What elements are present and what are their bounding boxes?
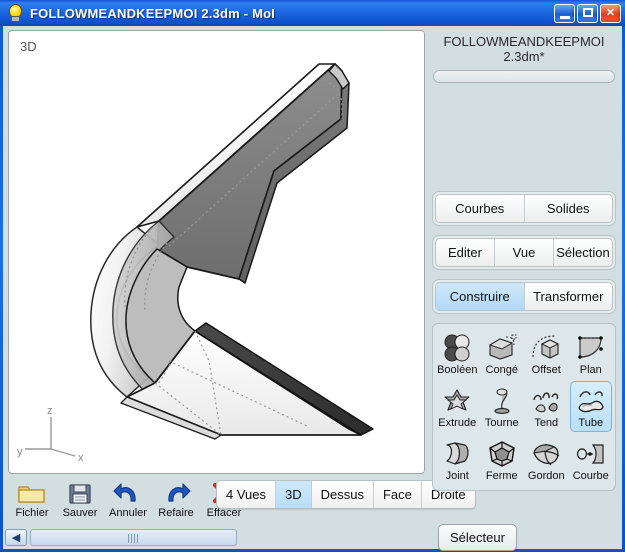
axis-label-z: z bbox=[47, 405, 53, 417]
tube-icon bbox=[571, 385, 612, 417]
tool-gordon[interactable]: Gordon bbox=[525, 434, 568, 485]
redo-arrow-icon bbox=[152, 478, 200, 508]
title-bar: FOLLOWMEANDKEEPMOI 2.3dm - MoI ✕ bbox=[0, 0, 625, 26]
lightbulb-icon bbox=[4, 2, 26, 24]
tool-offset[interactable]: Offset bbox=[525, 328, 568, 379]
tab-courbes[interactable]: Courbes bbox=[436, 195, 525, 222]
curve-icon bbox=[571, 438, 612, 470]
tab-transformer[interactable]: Transformer bbox=[524, 283, 612, 310]
document-name-line2: 2.3dm* bbox=[503, 49, 545, 64]
undo-arrow-icon bbox=[104, 478, 152, 508]
tool-label-courbe: Courbe bbox=[572, 470, 609, 482]
tool-label-gordon: Gordon bbox=[527, 470, 565, 482]
edit-group: Editer Vue Sélection bbox=[432, 235, 616, 270]
file-label: Fichier bbox=[15, 507, 49, 519]
tool-courbe[interactable]: Courbe bbox=[570, 434, 613, 485]
tool-label-tube: Tube bbox=[578, 417, 604, 429]
axis-label-y: y bbox=[17, 446, 23, 458]
extrude-icon bbox=[437, 385, 478, 417]
close-icon[interactable]: ✕ bbox=[600, 3, 621, 23]
folder-icon bbox=[8, 478, 56, 508]
axis-label-x: x bbox=[78, 452, 84, 464]
view-button-3d[interactable]: 3D bbox=[276, 481, 312, 508]
bottom-toolbar: Fichier Sauver Annuler Refaire Effacer 4… bbox=[8, 478, 476, 526]
redo-label: Refaire bbox=[158, 507, 194, 519]
tool-label-joint: Joint bbox=[445, 470, 469, 482]
application-window: FOLLOWMEANDKEEPMOI 2.3dm - MoI ✕ 3D z y … bbox=[0, 0, 625, 552]
progress-bar bbox=[433, 70, 615, 83]
undo-label: Annuler bbox=[109, 507, 147, 519]
view-button-face[interactable]: Face bbox=[373, 481, 422, 508]
horizontal-scrollbar[interactable]: ◀ bbox=[5, 529, 237, 546]
save-label: Sauver bbox=[62, 507, 98, 519]
fillet-icon bbox=[482, 332, 523, 364]
axis-gizmo: z y x bbox=[17, 405, 84, 464]
scrollbar-track[interactable] bbox=[30, 529, 237, 546]
document-title: FOLLOWMEANDKEEPMOI 2.3dm* bbox=[430, 30, 618, 64]
gordon-icon bbox=[526, 438, 567, 470]
view-button-dessus[interactable]: Dessus bbox=[311, 481, 374, 508]
minimize-icon[interactable] bbox=[554, 3, 575, 23]
planar-icon bbox=[571, 332, 612, 364]
tool-label-plan: Plan bbox=[579, 364, 602, 376]
tool-booleen[interactable]: Booléen bbox=[436, 328, 479, 379]
tab-vue[interactable]: Vue bbox=[495, 239, 554, 266]
tab-selection[interactable]: Sélection bbox=[554, 239, 612, 266]
mode-group: Construire Transformer bbox=[432, 279, 616, 314]
window-controls: ✕ bbox=[554, 3, 625, 23]
tool-tube[interactable]: Tube bbox=[569, 381, 612, 432]
tab-construire[interactable]: Construire bbox=[436, 283, 525, 310]
tool-label-conge: Congé bbox=[485, 364, 518, 376]
undo-button[interactable]: Annuler bbox=[104, 478, 152, 519]
viewport-3d[interactable]: 3D z y x bbox=[8, 30, 425, 474]
save-button[interactable]: Sauver bbox=[56, 478, 104, 519]
floppy-disk-icon bbox=[56, 478, 104, 508]
tool-tend[interactable]: Tend bbox=[525, 381, 568, 432]
command-panel: FOLLOWMEANDKEEPMOI 2.3dm* Courbes Solide… bbox=[430, 30, 618, 551]
tool-label-extrude: Extrude bbox=[438, 417, 477, 429]
view-button-4vues[interactable]: 4 Vues bbox=[217, 481, 276, 508]
tool-plan[interactable]: Plan bbox=[570, 328, 613, 379]
viewport-label: 3D bbox=[20, 39, 37, 54]
redo-button[interactable]: Refaire bbox=[152, 478, 200, 519]
document-name-line1: FOLLOWMEANDKEEPMOI bbox=[443, 34, 605, 49]
window-title: FOLLOWMEANDKEEPMOI 2.3dm - MoI bbox=[30, 5, 276, 21]
tool-label-tourne: Tourne bbox=[484, 417, 519, 429]
boolean-icon bbox=[437, 332, 478, 364]
tool-label-ferme: Ferme bbox=[485, 470, 518, 482]
offset-icon bbox=[526, 332, 567, 364]
scrollbar-grip[interactable] bbox=[127, 534, 140, 543]
object-type-group: Courbes Solides bbox=[432, 191, 616, 226]
sweep-icon bbox=[526, 385, 567, 417]
tool-extrude[interactable]: Extrude bbox=[436, 381, 479, 432]
loft-icon bbox=[437, 438, 478, 470]
chevron-left-icon[interactable]: ◀ bbox=[5, 529, 27, 546]
tool-icon-panel: Booléen Congé Offset Plan Extrude Tourne… bbox=[432, 323, 616, 491]
tool-label-offset: Offset bbox=[531, 364, 561, 376]
revolve-icon bbox=[482, 385, 523, 417]
window-frame: FOLLOWMEANDKEEPMOI 2.3dm - MoI ✕ 3D z y … bbox=[0, 0, 625, 552]
file-button[interactable]: Fichier bbox=[8, 478, 56, 519]
client-area: 3D z y x Fichier Sauver Annuler Refaire … bbox=[3, 26, 622, 551]
tool-label-booleen: Booléen bbox=[437, 364, 478, 376]
maximize-icon[interactable] bbox=[577, 3, 598, 23]
tab-solides[interactable]: Solides bbox=[524, 195, 612, 222]
selector-button[interactable]: Sélecteur bbox=[438, 524, 517, 551]
tool-ferme[interactable]: Ferme bbox=[481, 434, 524, 485]
tab-editer[interactable]: Editer bbox=[436, 239, 495, 266]
network-icon bbox=[482, 438, 523, 470]
tool-tourne[interactable]: Tourne bbox=[481, 381, 524, 432]
selector-wrapper: Sélecteur bbox=[438, 524, 517, 551]
tool-joint[interactable]: Joint bbox=[436, 434, 479, 485]
tool-conge[interactable]: Congé bbox=[481, 328, 524, 379]
tool-label-tend: Tend bbox=[534, 417, 559, 429]
